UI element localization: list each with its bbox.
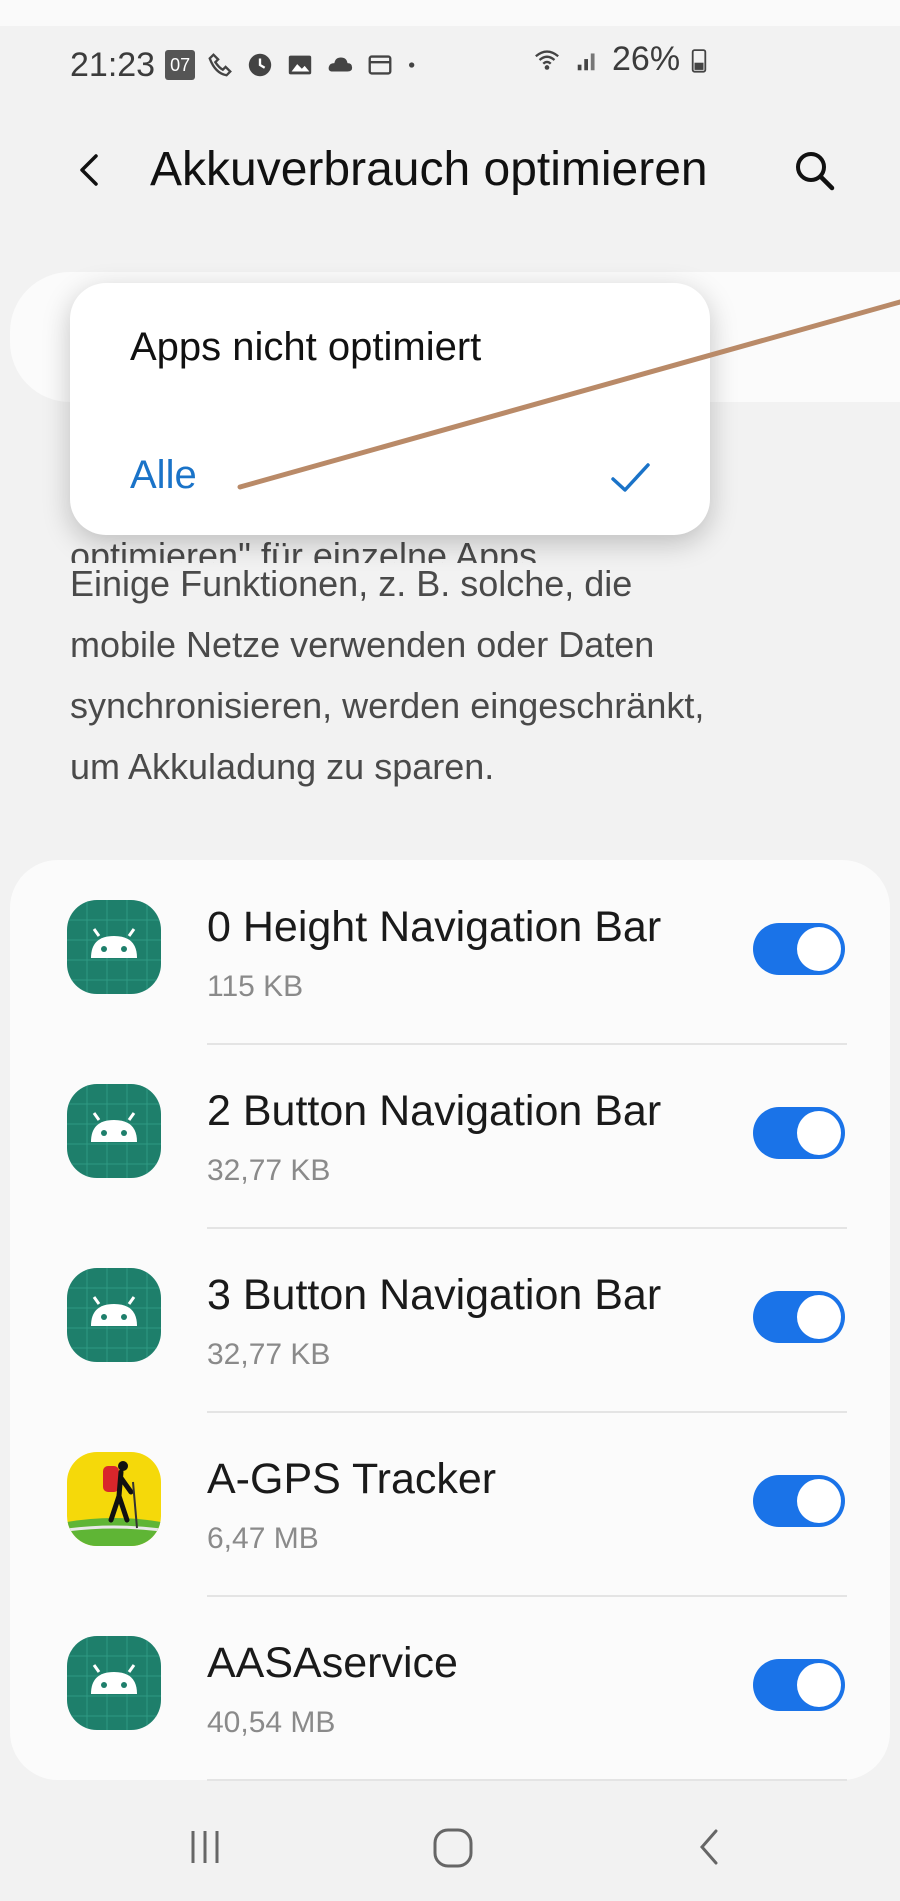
cropped-top-strip [0,0,900,26]
toggle-knob [797,1295,841,1339]
optimize-toggle[interactable] [753,923,845,975]
status-bar: 21:23 07 26% [70,40,707,90]
app-size: 115 KB [207,970,304,1003]
optimize-toggle[interactable] [753,1107,845,1159]
description-line: mobile Netze verwenden oder Daten [70,624,655,665]
android-icon [67,1636,161,1730]
android-icon [67,1268,161,1362]
menu-option-all[interactable]: Alle [130,453,197,498]
list-item[interactable]: 2 Button Navigation Bar 32,77 KB [10,1044,890,1229]
app-size: 32,77 KB [207,1154,331,1187]
app-size: 32,77 KB [207,1338,331,1371]
signal-icon [577,52,595,70]
optimize-toggle[interactable] [753,1291,845,1343]
app-size: 40,54 MB [207,1706,336,1739]
optimize-toggle[interactable] [753,1659,845,1711]
app-list: 0 Height Navigation Bar 115 KB 2 Button … [10,860,890,1781]
toggle-knob [797,1111,841,1155]
app-name: AASAservice [207,1639,458,1687]
toggle-knob [797,1663,841,1707]
app-size: 6,47 MB [207,1522,319,1555]
app-name: 2 Button Navigation Bar [207,1087,662,1135]
call-icon [208,53,233,77]
app-name: A-GPS Tracker [207,1455,497,1503]
dot-icon [409,62,415,68]
cloud-icon [328,57,353,72]
back-icon[interactable] [690,1825,730,1869]
status-time: 21:23 [70,45,156,84]
description-text: optimieren" für einzelne Apps. Einige Fu… [70,525,870,797]
alarm-icon [248,53,272,77]
hiker-icon [67,1452,161,1546]
recent-apps-icon[interactable] [185,1825,225,1869]
menu-option-apps-not-optimized[interactable]: Apps nicht optimiert [130,325,481,370]
battery-percent: 26% [612,40,681,78]
app-bar: Akkuverbrauch optimieren [0,120,900,220]
home-icon[interactable] [430,1825,476,1871]
android-icon [67,900,161,994]
wifi-icon [535,49,559,70]
description-line: synchronisieren, werden eingeschränkt, [70,685,705,726]
optimize-toggle[interactable] [753,1475,845,1527]
back-chevron-icon[interactable] [68,148,112,192]
search-icon[interactable] [790,146,840,196]
message-icon [368,55,392,75]
app-name: 3 Button Navigation Bar [207,1271,662,1319]
list-item[interactable]: 3 Button Navigation Bar 32,77 KB [10,1228,890,1413]
filter-dropdown-menu: Apps nicht optimiert Alle [70,283,710,535]
toggle-knob [797,1479,841,1523]
page-title: Akkuverbrauch optimieren [150,143,708,196]
battery-icon [691,48,707,73]
list-item[interactable]: 0 Height Navigation Bar 115 KB [10,860,890,1045]
list-item[interactable]: AASAservice 40,54 MB [10,1596,890,1781]
toggle-knob [797,927,841,971]
android-icon [67,1084,161,1178]
checkmark-icon [611,463,650,492]
calendar-icon: 07 [165,50,196,80]
description-line: Einige Funktionen, z. B. solche, die [70,563,633,604]
system-nav-bar [0,1795,900,1901]
divider [207,1779,847,1781]
app-name: 0 Height Navigation Bar [207,903,662,951]
list-item[interactable]: A-GPS Tracker 6,47 MB [10,1412,890,1597]
gallery-icon [288,55,312,75]
description-line: um Akkuladung zu sparen. [70,746,495,787]
